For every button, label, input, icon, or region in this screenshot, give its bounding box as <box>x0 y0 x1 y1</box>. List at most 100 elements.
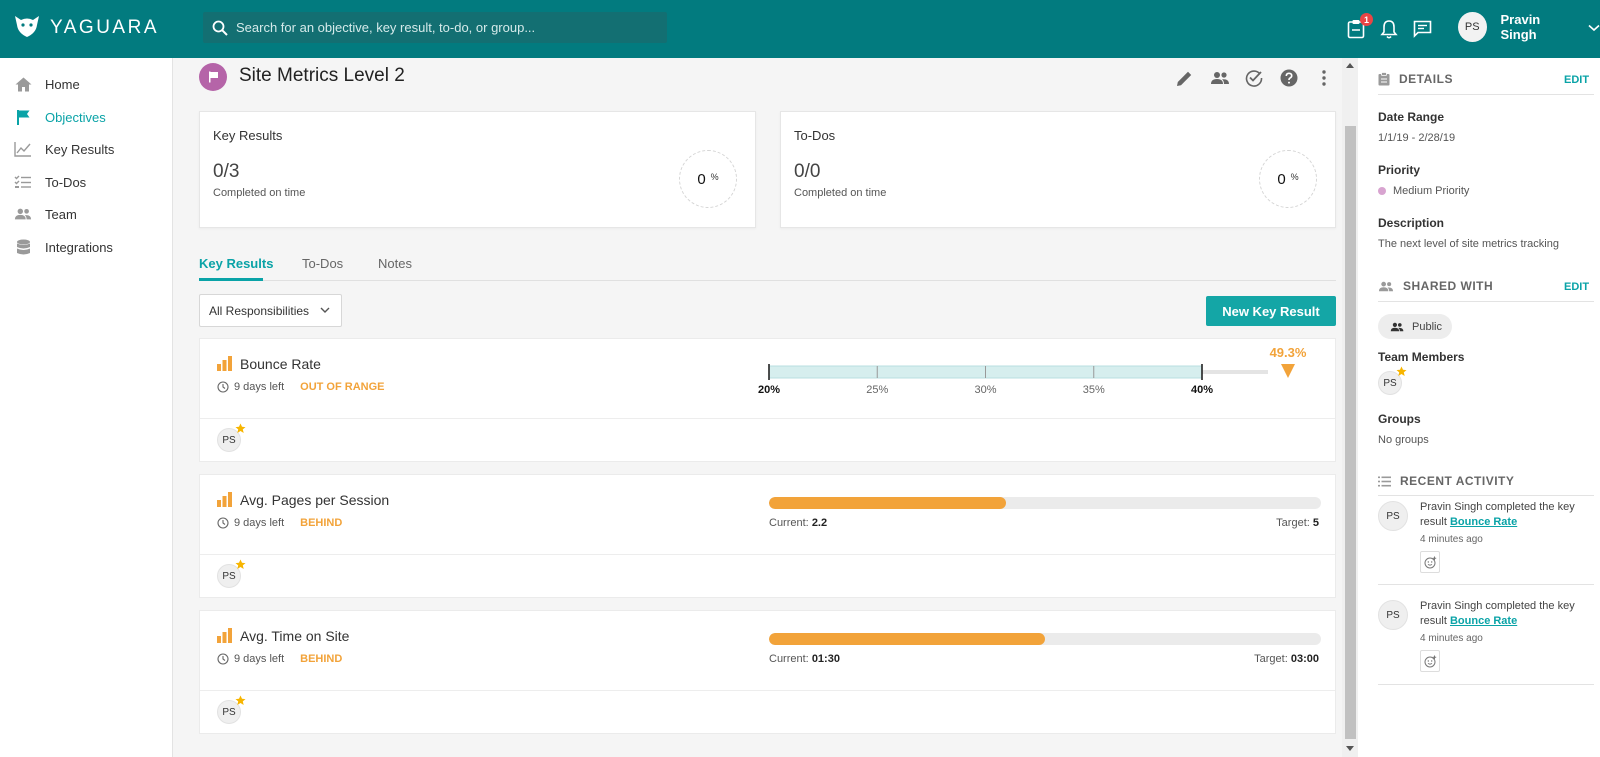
priority-value: Medium Priority <box>1378 185 1469 197</box>
user-menu[interactable]: PS Pravin Singh <box>1458 12 1600 42</box>
messages-button[interactable] <box>1410 17 1434 41</box>
list-icon <box>1378 476 1391 487</box>
sidebar: Home Objectives Key Results To-Dos Team … <box>0 58 173 757</box>
range-tick-label: 35% <box>1083 384 1105 396</box>
todo-inbox-button[interactable]: 1 <box>1344 13 1373 41</box>
clipboard-icon <box>1378 72 1390 86</box>
notifications-button[interactable] <box>1377 17 1401 41</box>
sidebar-item-todos[interactable]: To-Dos <box>14 172 86 192</box>
bell-icon <box>1380 19 1398 39</box>
more-options-button[interactable] <box>1314 68 1334 88</box>
progress-fill <box>769 633 1045 645</box>
completion-count: 0/0 <box>794 161 821 182</box>
days-left: 9 days left <box>234 381 285 393</box>
owner-avatar[interactable]: PS <box>217 695 246 724</box>
tab-notes[interactable]: Notes <box>378 256 412 271</box>
checklist-icon <box>14 173 32 191</box>
edit-sharing-button[interactable]: EDIT <box>1564 281 1589 293</box>
key-result-card[interactable]: Bounce Rate 9 days left OUT OF RANGE 20%… <box>199 338 1336 462</box>
key-result-card[interactable]: Avg. Pages per Session 9 days left BEHIN… <box>199 474 1336 598</box>
status-badge: OUT OF RANGE <box>300 381 385 393</box>
smiley-add-icon <box>1424 655 1437 668</box>
active-tab-indicator <box>199 278 263 281</box>
status-badge: BEHIND <box>300 517 343 529</box>
bar-chart-icon <box>216 356 233 374</box>
key-result-link[interactable]: Bounce Rate <box>1450 615 1517 627</box>
activity-text: Pravin Singh completed the key result Bo… <box>1420 501 1575 528</box>
complete-objective-button[interactable] <box>1244 68 1264 88</box>
avatar[interactable]: PS <box>1378 501 1408 531</box>
edit-objective-button[interactable] <box>1174 68 1194 88</box>
tab-bar: Key Results To-Dos Notes <box>199 254 1336 281</box>
new-key-result-button[interactable]: New Key Result <box>1206 296 1336 326</box>
key-result-name: Avg. Pages per Session <box>240 492 390 508</box>
share-objective-button[interactable] <box>1208 68 1232 88</box>
filter-label: All Responsibilities <box>209 303 310 318</box>
sidebar-item-objectives[interactable]: Objectives <box>14 107 106 127</box>
range-tick-label: 30% <box>974 384 996 396</box>
divider <box>1378 301 1594 302</box>
scroll-up-arrow-icon[interactable] <box>1346 63 1354 68</box>
avatar[interactable]: PS <box>1378 600 1408 630</box>
team-member-avatar[interactable]: PS <box>1378 366 1407 395</box>
avatar: PS <box>1458 12 1487 42</box>
key-result-meta: 9 days left BEHIND <box>217 653 342 665</box>
shared-with-heading: SHARED WITH <box>1378 279 1493 293</box>
clock-icon <box>217 517 229 529</box>
days-left: 9 days left <box>234 653 285 665</box>
sidebar-item-integrations[interactable]: Integrations <box>14 237 113 257</box>
search-input[interactable] <box>236 20 656 35</box>
groups-label: Groups <box>1378 412 1421 426</box>
scrollbar-thumb[interactable] <box>1345 126 1356 739</box>
card-subtitle: Completed on time <box>794 187 887 199</box>
divider <box>1378 94 1594 95</box>
brand[interactable]: YAGUARA <box>14 14 159 41</box>
objective-flag-badge <box>199 63 227 91</box>
edit-details-button[interactable]: EDIT <box>1564 74 1589 86</box>
chart-line-icon <box>14 140 32 158</box>
star-icon <box>235 695 246 706</box>
home-icon <box>14 75 32 93</box>
date-range-value: 1/1/19 - 2/28/19 <box>1378 132 1456 144</box>
sidebar-item-team[interactable]: Team <box>14 204 77 224</box>
owner-avatar[interactable]: PS <box>217 559 246 588</box>
visibility-chip[interactable]: Public <box>1378 314 1452 339</box>
days-left: 9 days left <box>234 517 285 529</box>
key-result-summary: Avg. Time on Site 9 days left BEHIND Cur… <box>200 611 1335 691</box>
responsibility-filter-dropdown[interactable]: All Responsibilities <box>199 294 342 327</box>
tab-key-results[interactable]: Key Results <box>199 256 273 271</box>
search-box <box>203 12 667 43</box>
key-result-name: Avg. Time on Site <box>240 628 350 644</box>
progress-fill <box>769 497 1007 509</box>
key-result-meta: 9 days left BEHIND <box>217 517 342 529</box>
description-value: The next level of site metrics tracking <box>1378 238 1559 250</box>
people-icon <box>1378 281 1394 292</box>
divider <box>1378 584 1594 585</box>
key-result-card[interactable]: Avg. Time on Site 9 days left BEHIND Cur… <box>199 610 1336 734</box>
add-reaction-button[interactable] <box>1420 551 1440 573</box>
top-bar: YAGUARA 1 PS Pravin Singh <box>0 0 1600 58</box>
add-reaction-button[interactable] <box>1420 650 1440 672</box>
scroll-down-arrow-icon[interactable] <box>1346 746 1354 751</box>
key-result-link[interactable]: Bounce Rate <box>1450 516 1517 528</box>
status-badge: BEHIND <box>300 653 343 665</box>
people-icon <box>1390 322 1404 332</box>
activity-text: Pravin Singh completed the key result Bo… <box>1420 600 1575 627</box>
range-tick-label: 25% <box>866 384 888 396</box>
current-value: Current: 01:30 <box>769 653 840 665</box>
clock-icon <box>217 381 229 393</box>
sidebar-item-home[interactable]: Home <box>14 74 80 94</box>
percent-symbol: % <box>1290 171 1299 182</box>
tab-todos[interactable]: To-Dos <box>302 256 343 271</box>
todos-summary-card: To-Dos 0/0 Completed on time 0 % <box>780 111 1336 228</box>
sidebar-item-key-results[interactable]: Key Results <box>14 139 114 159</box>
owner-avatar[interactable]: PS <box>217 423 246 452</box>
recent-activity-heading: RECENT ACTIVITY <box>1378 474 1514 488</box>
card-title: To-Dos <box>794 128 836 143</box>
completion-count: 0/3 <box>213 161 240 182</box>
help-button[interactable] <box>1279 68 1299 88</box>
target-value: Target: 03:00 <box>1254 653 1319 665</box>
current-value: Current: 2.2 <box>769 517 828 529</box>
priority-dot-icon <box>1378 187 1386 196</box>
search-icon <box>212 20 228 36</box>
